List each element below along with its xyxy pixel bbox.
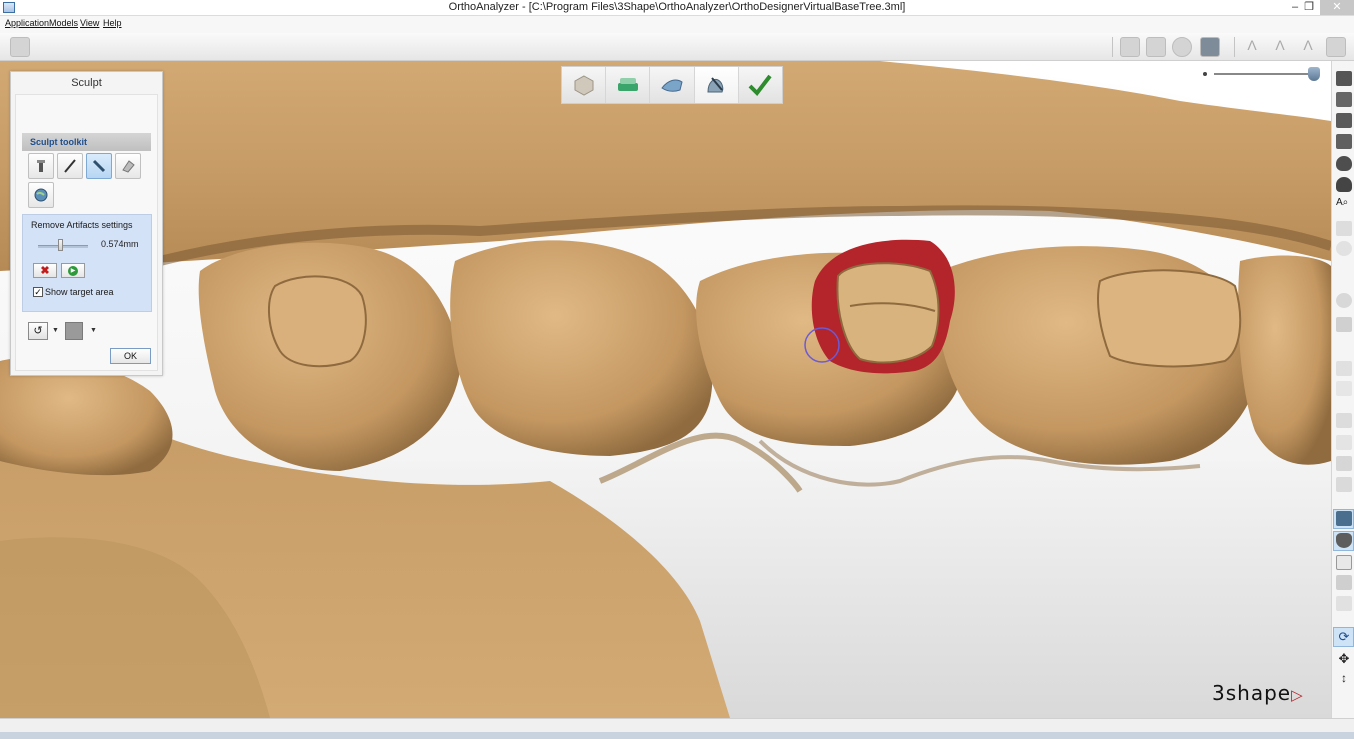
sculpt-icon xyxy=(707,77,724,93)
tooth-icon[interactable] xyxy=(1336,413,1352,428)
tooth-icon[interactable] xyxy=(1336,456,1352,471)
remove-artifacts-settings: Remove Artifacts settings 0.574mm ✖ ▶ ✓ … xyxy=(22,214,152,312)
pencil-icon xyxy=(64,159,76,173)
step-base[interactable] xyxy=(606,67,651,103)
folder-icon[interactable] xyxy=(1336,361,1352,376)
globe-icon xyxy=(34,188,48,202)
green-play-icon: ▶ xyxy=(68,265,78,276)
color-dropdown-icon[interactable]: ▼ xyxy=(90,327,97,334)
zoom-min-icon xyxy=(1203,72,1207,76)
tooth-visibility-icon[interactable] xyxy=(1336,533,1352,548)
scissors-icon[interactable] xyxy=(1336,381,1352,396)
rotate-icon[interactable] xyxy=(1336,241,1352,256)
step-model-prep[interactable] xyxy=(562,67,607,103)
view-back-icon[interactable] xyxy=(1336,177,1352,192)
tooth-outline-icon[interactable]: Λ xyxy=(1242,37,1262,57)
base-plate-icon xyxy=(617,78,638,91)
size-value: 0.574mm xyxy=(101,239,139,249)
show-target-label: Show target area xyxy=(45,287,114,297)
settings-title: Remove Artifacts settings xyxy=(31,220,133,230)
zoom-track[interactable] xyxy=(1214,73,1312,75)
tooth-outline-icon[interactable]: Λ xyxy=(1298,37,1318,57)
cancel-action-button[interactable]: ✖ xyxy=(33,263,57,278)
apply-action-button[interactable]: ▶ xyxy=(61,263,85,278)
pan-mode-icon[interactable]: ✥ xyxy=(1336,651,1352,666)
settings-icon[interactable] xyxy=(1326,37,1346,57)
print-icon[interactable] xyxy=(1336,575,1352,590)
panel-title: Sculpt xyxy=(71,77,102,89)
workflow-steps xyxy=(561,66,783,104)
zoom-slider[interactable] xyxy=(1200,67,1325,81)
tooth-icon[interactable] xyxy=(1336,477,1352,492)
wax-knife-tool-button[interactable] xyxy=(28,153,54,179)
show-target-checkbox[interactable]: ✓ xyxy=(33,287,43,297)
step-trim[interactable] xyxy=(650,67,695,103)
right-toolbar: A⌕ ⟳ ✥ ↕ xyxy=(1331,61,1354,718)
layers-icon[interactable] xyxy=(1336,511,1352,526)
checkmark-icon xyxy=(748,74,772,97)
box-icon[interactable] xyxy=(1336,435,1352,450)
sphere-icon[interactable] xyxy=(1336,293,1352,308)
size-slider-thumb[interactable] xyxy=(57,239,63,251)
logo-triangle-icon: ▷ xyxy=(1291,686,1304,704)
view-bottom-icon[interactable] xyxy=(1336,92,1352,107)
close-button[interactable]: ✕ xyxy=(1320,0,1354,15)
menu-models[interactable]: Models xyxy=(49,18,78,28)
trim-icon xyxy=(661,79,683,92)
color-swatch[interactable] xyxy=(65,322,83,340)
view-front-icon[interactable] xyxy=(1336,156,1352,171)
zoom-thumb[interactable] xyxy=(1308,67,1320,81)
rotate-mode-icon[interactable]: ⟳ xyxy=(1336,629,1352,644)
view-right-icon[interactable] xyxy=(1336,134,1352,149)
tooth-outline-icon[interactable]: Λ xyxy=(1270,37,1290,57)
shield-icon[interactable] xyxy=(1336,596,1352,611)
toolbar-separator xyxy=(1112,37,1113,57)
view-texture-icon[interactable] xyxy=(1200,37,1220,57)
measure-icon[interactable]: A⌕ xyxy=(1336,197,1352,212)
wax-knife-icon xyxy=(37,160,45,172)
brush-icon xyxy=(92,159,106,173)
model-cube-icon xyxy=(574,75,594,96)
main-toolbar: Λ Λ Λ xyxy=(0,33,1354,61)
menu-application[interactable]: Application xyxy=(5,18,49,28)
view-front-icon[interactable] xyxy=(1120,37,1140,57)
step-finish[interactable] xyxy=(738,67,783,103)
ok-button[interactable]: OK xyxy=(110,348,151,364)
menu-bar: Application Models View Help xyxy=(0,16,1354,33)
red-x-icon: ✖ xyxy=(40,265,50,277)
title-bar: OrthoAnalyzer - [C:\Program Files\3Shape… xyxy=(0,0,1354,16)
step-sculpt[interactable] xyxy=(694,67,739,103)
zoom-mode-icon[interactable]: ↕ xyxy=(1336,671,1352,686)
brand-logo: 3shape▷ xyxy=(1212,681,1304,705)
jaw-icon[interactable] xyxy=(1336,317,1352,332)
add-remove-tool-button[interactable] xyxy=(115,153,141,179)
maximize-button[interactable]: ❐ xyxy=(1298,0,1320,15)
undo-icon: ↺ xyxy=(33,325,43,337)
remove-artifacts-tool-button[interactable] xyxy=(86,153,112,179)
globe-tool-button[interactable] xyxy=(28,182,54,208)
pick-icon[interactable] xyxy=(1336,221,1352,236)
menu-help[interactable]: Help xyxy=(103,18,122,28)
eraser-icon xyxy=(122,160,135,173)
dental-model[interactable] xyxy=(0,61,1331,718)
status-bar xyxy=(0,718,1354,732)
toolbar-separator xyxy=(1234,37,1235,57)
undo-button[interactable]: ↺ xyxy=(28,322,48,340)
window-title: OrthoAnalyzer - [C:\Program Files\3Shape… xyxy=(448,1,906,13)
view-jaw-icon[interactable] xyxy=(1146,37,1166,57)
copy-icon[interactable] xyxy=(1336,555,1352,570)
logo-text: 3shape xyxy=(1212,681,1292,705)
os-taskbar xyxy=(0,732,1354,739)
smooth-tool-button[interactable] xyxy=(57,153,83,179)
3d-viewport[interactable]: 3shape▷ xyxy=(0,61,1331,718)
undo-dropdown-icon[interactable]: ▼ xyxy=(52,327,59,334)
open-file-icon[interactable] xyxy=(10,37,30,57)
menu-view[interactable]: View xyxy=(80,18,99,28)
view-top-icon[interactable] xyxy=(1336,71,1352,86)
size-slider[interactable] xyxy=(38,245,88,248)
view-occlusion-icon[interactable] xyxy=(1172,37,1192,57)
view-left-icon[interactable] xyxy=(1336,113,1352,128)
toolkit-header: Sculpt toolkit xyxy=(22,133,151,151)
show-target-option[interactable]: ✓ Show target area xyxy=(33,287,114,297)
